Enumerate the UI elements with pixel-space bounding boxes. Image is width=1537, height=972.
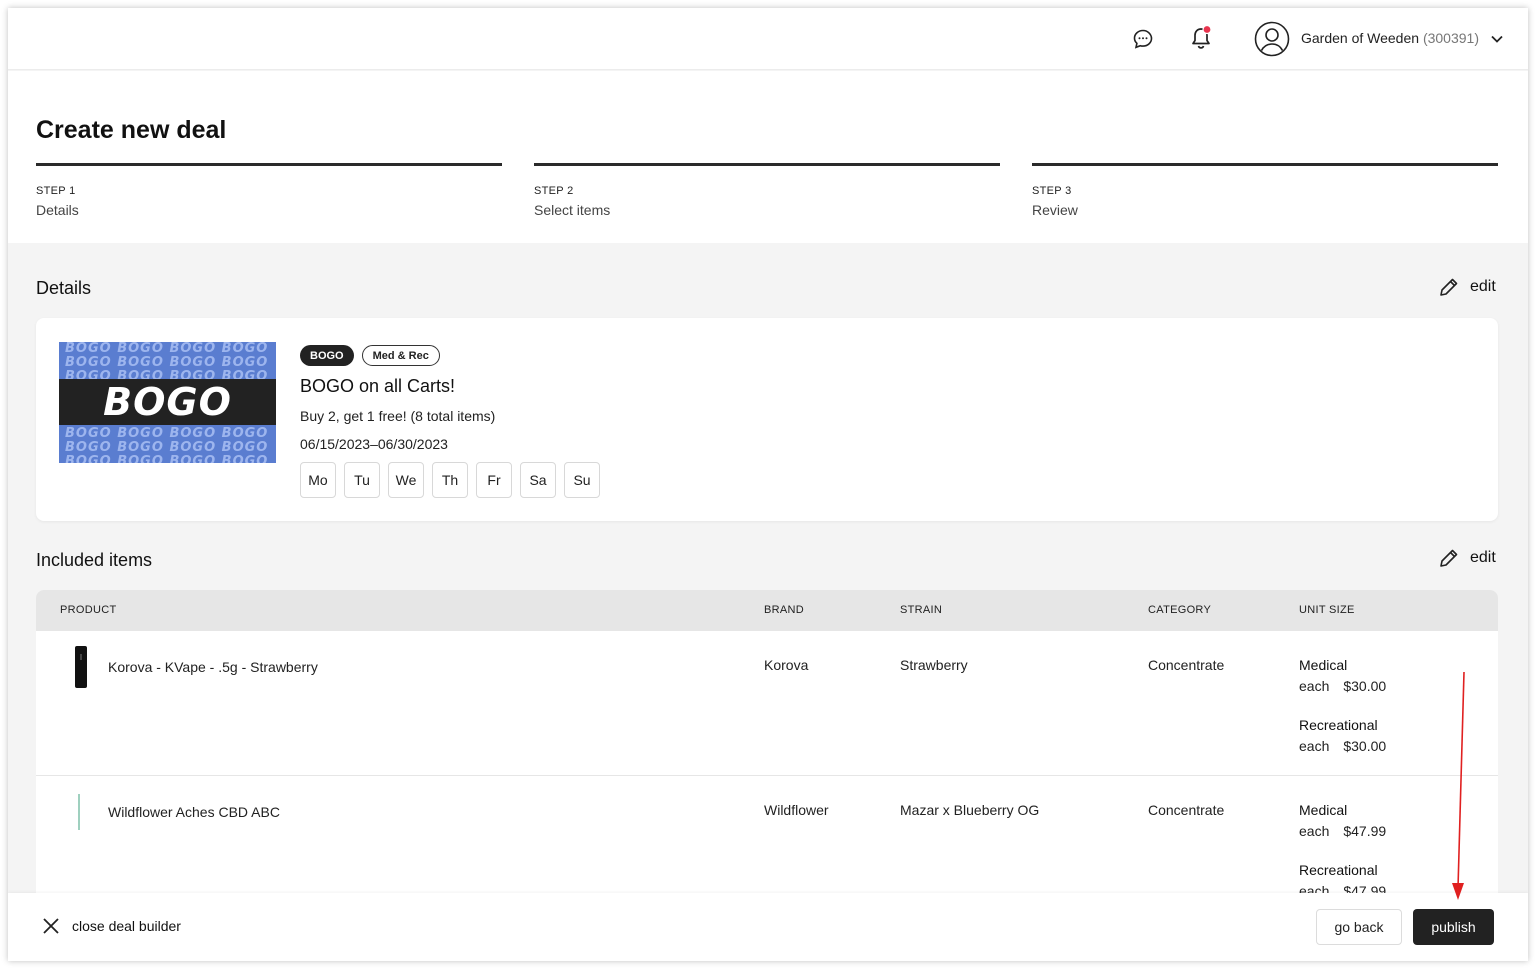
day-tuesday: Tu (344, 462, 380, 498)
price-type: Medical (1299, 802, 1348, 818)
image-band-text: BOGO (59, 379, 276, 425)
product-thumbnail (75, 646, 87, 688)
column-header-product: PRODUCT (60, 604, 117, 616)
included-items-heading: Included items (36, 550, 153, 570)
close-icon (43, 918, 59, 934)
deal-details-card: BOGO BOGO BOGO BOGO BOGO BOGO BOGO BOGO … (36, 318, 1498, 521)
account-name: Garden of Weeden (1301, 30, 1420, 46)
category-name: Concentrate (1148, 657, 1225, 673)
unit-size-recreational: Recreational each $30.00 (1299, 717, 1386, 754)
deal-builder-window: Garden of Weeden (300391) Create new dea… (8, 8, 1528, 961)
day-thursday: Th (432, 462, 468, 498)
price-value: $30.00 (1343, 678, 1387, 694)
active-days: Mo Tu We Th Fr Sa Su (300, 462, 600, 498)
items-table: PRODUCT BRAND STRAIN CATEGORY UNIT SIZE … (36, 590, 1498, 900)
edit-details-button[interactable]: edit (1438, 275, 1496, 299)
image-pattern-text: BOGO BOGO BOGO BOGO (65, 426, 269, 441)
price-type: Recreational (1299, 717, 1378, 733)
strain-name: Strawberry (900, 657, 968, 673)
step-number: STEP 1 (36, 185, 76, 197)
avatar-icon[interactable] (1254, 21, 1290, 57)
product-name: Wildflower Aches CBD ABC (108, 804, 280, 820)
product-name: Korova - KVape - .5g - Strawberry (108, 659, 318, 675)
step-number: STEP 2 (534, 185, 574, 197)
table-row: Wildflower Aches CBD ABC Wildflower Maza… (36, 776, 1498, 900)
day-friday: Fr (476, 462, 512, 498)
column-header-category: CATEGORY (1148, 604, 1212, 616)
product-thumbnail (78, 794, 80, 830)
step-progress-bar (534, 163, 1000, 166)
brand-name: Wildflower (764, 802, 829, 818)
image-pattern-text: BOGO BOGO BOGO BOGO (65, 440, 269, 455)
step-number: STEP 3 (1032, 185, 1072, 197)
table-header: PRODUCT BRAND STRAIN CATEGORY UNIT SIZE (36, 590, 1498, 631)
category-name: Concentrate (1148, 802, 1225, 818)
builder-footer: close deal builder go back publish (8, 893, 1528, 961)
chat-icon[interactable] (1132, 28, 1154, 50)
step-review: STEP 3 Review (1032, 163, 1498, 218)
step-progress-bar (36, 163, 502, 166)
customer-type-badge: Med & Rec (361, 345, 440, 366)
step-progress-bar (1032, 163, 1498, 166)
pencil-icon (1440, 549, 1458, 567)
page-title: Create new deal (36, 116, 227, 144)
price-type: Recreational (1299, 862, 1378, 878)
image-pattern-text: BOGO BOGO BOGO BOGO (65, 342, 269, 356)
price-unit: each (1299, 678, 1330, 694)
step-label: Details (36, 202, 79, 218)
unit-size-medical: Medical each $47.99 (1299, 802, 1386, 839)
chevron-down-icon[interactable] (1490, 34, 1504, 44)
column-header-unit-size: UNIT SIZE (1299, 604, 1355, 616)
day-sunday: Su (564, 462, 600, 498)
column-header-brand: BRAND (764, 604, 805, 616)
unit-size-medical: Medical each $30.00 (1299, 657, 1386, 694)
price-type: Medical (1299, 657, 1348, 673)
price-value: $30.00 (1343, 738, 1387, 754)
step-select-items: STEP 2 Select items (534, 163, 1000, 218)
go-back-button[interactable]: go back (1316, 909, 1402, 945)
deal-badges: BOGO Med & Rec (300, 345, 440, 366)
day-monday: Mo (300, 462, 336, 498)
step-details: STEP 1 Details (36, 163, 502, 218)
deal-dates: 06/15/2023–06/30/2023 (300, 436, 448, 452)
strain-name: Mazar x Blueberry OG (900, 802, 1040, 818)
price-unit: each (1299, 823, 1330, 839)
deal-title: BOGO on all Carts! (300, 376, 456, 396)
day-saturday: Sa (520, 462, 556, 498)
deal-description: Buy 2, get 1 free! (8 total items) (300, 408, 496, 424)
price-value: $47.99 (1343, 823, 1387, 839)
price-unit: each (1299, 738, 1330, 754)
account-id: (300391) (1422, 30, 1479, 46)
table-row: Korova - KVape - .5g - Strawberry Korova… (36, 631, 1498, 776)
edit-items-button[interactable]: edit (1438, 546, 1496, 570)
brand-name: Korova (764, 657, 809, 673)
edit-label: edit (1470, 549, 1496, 566)
step-label: Review (1032, 202, 1078, 218)
details-heading: Details (36, 278, 92, 298)
stepper: Create new deal STEP 1 Details STEP 2 Se… (8, 71, 1528, 243)
top-bar: Garden of Weeden (300391) (8, 8, 1528, 70)
image-pattern-text: BOGO BOGO BOGO BOGO (65, 454, 269, 464)
close-label: close deal builder (72, 918, 181, 934)
step-label: Select items (534, 202, 611, 218)
bell-icon[interactable] (1189, 25, 1213, 51)
pencil-icon (1440, 278, 1458, 296)
deal-type-badge: BOGO (300, 345, 354, 366)
day-wednesday: We (388, 462, 424, 498)
account-switcher[interactable]: Garden of Weeden (300391) (1301, 30, 1479, 46)
publish-button[interactable]: publish (1413, 909, 1494, 945)
close-deal-builder-button[interactable]: close deal builder (42, 917, 181, 935)
deal-image: BOGO BOGO BOGO BOGO BOGO BOGO BOGO BOGO … (59, 342, 276, 463)
column-header-strain: STRAIN (900, 604, 943, 616)
image-pattern-text: BOGO BOGO BOGO BOGO (65, 355, 269, 370)
edit-label: edit (1470, 278, 1496, 295)
